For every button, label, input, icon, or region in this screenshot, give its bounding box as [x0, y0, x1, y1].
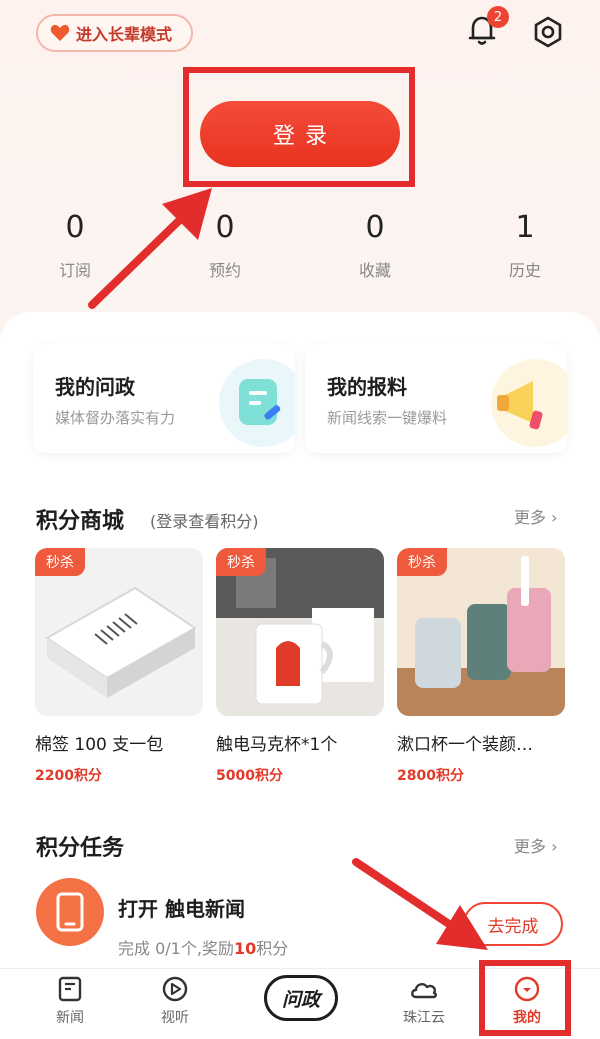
tab-wenzheng[interactable]: 问政: [264, 975, 338, 1021]
product-image: 秒杀: [397, 548, 565, 716]
product-card[interactable]: 秒杀 漱口杯一个装颜… 2800积分: [397, 548, 565, 785]
product-card[interactable]: 秒杀 触电马克杯*1个 5000积分: [216, 548, 384, 785]
product-name: 棉签 100 支一包: [35, 735, 164, 755]
feature-title: 我的问政: [55, 375, 135, 399]
phone-icon: [36, 878, 104, 946]
tab-mine[interactable]: 我的: [491, 975, 563, 1037]
go-complete-button[interactable]: 去完成: [463, 902, 563, 946]
flash-sale-tag: 秒杀: [216, 548, 266, 576]
megaphone-icon: [491, 359, 567, 447]
stats-row: 0 订阅 0 预约 0 收藏 1 历史: [0, 205, 600, 295]
news-icon: [58, 976, 82, 1002]
stat-value: 1: [515, 210, 535, 245]
tab-label: 珠江云: [403, 1010, 445, 1026]
heart-icon: [50, 24, 70, 41]
note-pen-icon: [219, 359, 295, 447]
chevron-right-icon: ›: [546, 837, 558, 856]
flash-sale-tag: 秒杀: [397, 548, 447, 576]
tab-zhujiang-cloud[interactable]: 珠江云: [388, 975, 460, 1037]
stat-label: 历史: [508, 261, 541, 280]
tab-label: 新闻: [56, 1010, 84, 1026]
tab-label: 我的: [513, 1010, 541, 1026]
more-label: 更多: [514, 837, 547, 856]
product-name: 漱口杯一个装颜…: [397, 735, 533, 755]
more-label: 更多: [514, 508, 547, 527]
stat-label: 订阅: [58, 261, 91, 280]
product-image: 秒杀: [216, 548, 384, 716]
product-price: 5000积分: [216, 768, 283, 784]
stat-value: 0: [215, 210, 235, 245]
task-desc-suffix: 积分: [256, 939, 289, 958]
elder-mode-label: 进入长辈模式: [76, 25, 173, 44]
points-mall-note: (登录查看积分): [150, 512, 259, 531]
tab-news[interactable]: 新闻: [34, 975, 106, 1037]
stat-label: 收藏: [358, 261, 391, 280]
chevron-right-icon: ›: [546, 508, 558, 527]
points-tasks-title: 积分任务: [36, 836, 125, 861]
points-mall-title: 积分商城: [36, 509, 125, 534]
product-card[interactable]: 秒杀 棉签 100 支一包 2200积分: [35, 548, 203, 785]
tab-video[interactable]: 视听: [139, 975, 211, 1037]
points-tasks-more-link[interactable]: 更多 ›: [514, 833, 558, 857]
stat-value: 0: [65, 210, 85, 245]
cloud-icon: [411, 982, 437, 999]
stat-subscribe[interactable]: 0 订阅: [0, 205, 150, 295]
feature-title: 我的报料: [327, 375, 407, 399]
task-reward: 10: [233, 939, 257, 958]
feature-subtitle: 媒体督办落实有力: [55, 409, 176, 427]
login-button[interactable]: 登录: [200, 101, 400, 167]
profile-icon: [514, 976, 540, 1002]
notification-badge: 2: [487, 6, 509, 28]
product-price: 2800积分: [397, 768, 464, 784]
flash-sale-tag: 秒杀: [35, 548, 85, 576]
product-image: 秒杀: [35, 548, 203, 716]
tab-label: 视听: [161, 1010, 189, 1026]
feature-subtitle: 新闻线索一键爆料: [327, 409, 448, 427]
stat-label: 预约: [208, 261, 241, 280]
my-report-card[interactable]: 我的报料 新闻线索一键爆料: [305, 343, 567, 453]
stat-value: 0: [365, 210, 385, 245]
task-desc-prefix: 完成 0/1个,奖励: [118, 939, 234, 958]
play-icon: [162, 976, 188, 1002]
task-description: 完成 0/1个,奖励10积分: [118, 935, 288, 959]
stat-favorites[interactable]: 0 收藏: [300, 205, 450, 295]
my-wenzheng-card[interactable]: 我的问政 媒体督办落实有力: [33, 343, 295, 453]
points-mall-more-link[interactable]: 更多 ›: [514, 504, 558, 528]
task-title: 打开 触电新闻: [118, 897, 245, 921]
product-price: 2200积分: [35, 768, 102, 784]
gear-icon[interactable]: [530, 14, 566, 50]
stat-reservation[interactable]: 0 预约: [150, 205, 300, 295]
bottom-tab-bar: 新闻 视听 问政 珠江云 我的: [0, 968, 600, 1039]
elder-mode-button[interactable]: 进入长辈模式: [36, 14, 193, 52]
stat-history[interactable]: 1 历史: [450, 205, 600, 295]
product-name: 触电马克杯*1个: [216, 735, 338, 755]
